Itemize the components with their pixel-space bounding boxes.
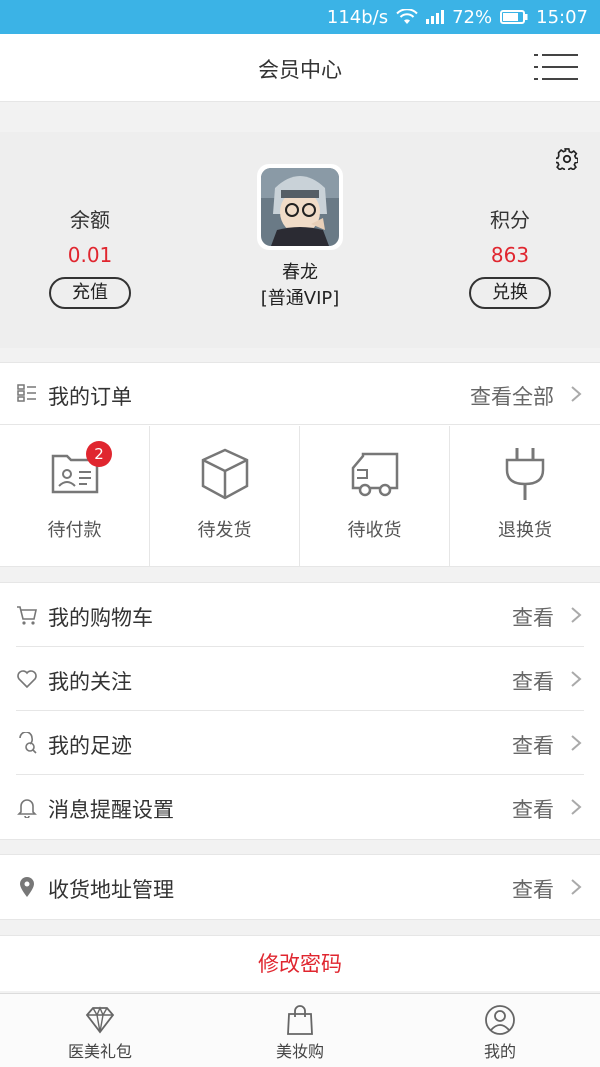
balance-label: 余额 [70, 208, 110, 232]
change-password-button[interactable]: 修改密码 [0, 935, 600, 991]
settings-gear-icon[interactable] [554, 148, 579, 173]
balance-value: 0.01 [67, 243, 113, 267]
view-link[interactable]: 查看 [512, 730, 554, 760]
wifi-icon [396, 9, 418, 25]
tab-me[interactable]: 我的 [400, 994, 600, 1067]
list-item-notifications[interactable]: 消息提醒设置 查看 [0, 775, 600, 839]
chevron-right-icon [570, 670, 582, 688]
order-tab-pending-payment[interactable]: 2 待付款 [0, 426, 150, 567]
orders-panel: 我的订单 查看全部 2 待付款 待发货 待收货 退换货 [0, 362, 600, 567]
location-pin-icon [16, 876, 38, 898]
order-tab-returns[interactable]: 退换货 [450, 426, 600, 567]
menu-group: 我的购物车 查看 我的关注 查看 我的足迹 查看 消息提醒设置 查看 [0, 582, 600, 840]
user-name: 春龙 [282, 262, 318, 283]
chevron-right-icon [570, 734, 582, 752]
view-link[interactable]: 查看 [512, 666, 554, 696]
bell-icon [16, 796, 38, 819]
tab-label: 美妆购 [275, 1042, 324, 1061]
tab-cosmetics[interactable]: 美妆购 [200, 994, 400, 1067]
list-item-address[interactable]: 收货地址管理 查看 [0, 855, 600, 919]
order-tab-label: 待付款 [47, 520, 102, 541]
balance-section: 余额 0.01 充值 [30, 204, 150, 309]
chevron-right-icon [570, 606, 582, 624]
order-tab-label: 待发货 [197, 520, 252, 541]
chevron-right-icon [570, 798, 582, 816]
heart-icon [16, 668, 38, 690]
list-item-follows[interactable]: 我的关注 查看 [0, 647, 600, 711]
order-tab-pending-receipt[interactable]: 待收货 [300, 426, 450, 567]
order-tab-label: 待收货 [347, 520, 402, 541]
chevron-right-icon [570, 385, 582, 403]
list-item-footprints[interactable]: 我的足迹 查看 [0, 711, 600, 775]
plug-icon [495, 446, 555, 502]
my-orders-row[interactable]: 我的订单 查看全部 [0, 363, 600, 425]
battery-icon [500, 10, 528, 24]
profile-card: 余额 0.01 充值 春龙 [普通VIP] 积分 863 兑换 [0, 132, 600, 348]
list-item-label: 消息提醒设置 [48, 798, 174, 822]
order-tab-pending-shipment[interactable]: 待发货 [150, 426, 300, 567]
view-link[interactable]: 查看 [512, 874, 554, 904]
app-header: 会员中心 [0, 34, 600, 102]
points-value: 863 [490, 243, 530, 267]
user-profile-icon [484, 1004, 516, 1036]
box-icon [195, 446, 255, 502]
avatar[interactable] [257, 164, 343, 250]
signal-icon [426, 10, 445, 24]
clock: 15:07 [536, 6, 588, 28]
order-list-icon [16, 382, 38, 404]
list-item-label: 我的关注 [48, 670, 132, 694]
list-item-label: 收货地址管理 [48, 878, 174, 902]
tab-label: 医美礼包 [67, 1042, 132, 1061]
tab-gift-package[interactable]: 医美礼包 [0, 994, 200, 1067]
list-item-cart[interactable]: 我的购物车 查看 [0, 583, 600, 647]
truck-icon [345, 446, 405, 502]
view-link[interactable]: 查看 [512, 794, 554, 824]
shopping-bag-icon [284, 1004, 316, 1036]
chevron-right-icon [570, 878, 582, 896]
points-label: 积分 [490, 208, 530, 232]
tab-label: 我的 [483, 1042, 516, 1061]
list-item-label: 我的购物车 [48, 606, 153, 630]
bottom-tab-bar: 医美礼包 美妆购 我的 [0, 993, 600, 1067]
my-orders-label: 我的订单 [48, 385, 132, 409]
user-level: [普通VIP] [260, 288, 340, 309]
order-tab-label: 退换货 [498, 520, 552, 541]
battery-percent: 72% [452, 6, 493, 28]
cart-icon [16, 604, 38, 626]
avatar-image [261, 168, 339, 246]
view-link[interactable]: 查看 [512, 602, 554, 632]
pending-payment-badge: 2 [86, 441, 112, 467]
recharge-button[interactable]: 充值 [49, 277, 131, 309]
menu-icon[interactable] [534, 52, 578, 82]
points-section: 积分 863 兑换 [450, 204, 570, 309]
network-speed: 114b/s [326, 6, 389, 28]
view-all-link[interactable]: 查看全部 [470, 381, 554, 411]
address-group: 收货地址管理 查看 [0, 854, 600, 920]
footprint-icon [16, 731, 38, 754]
page-title: 会员中心 [258, 58, 342, 82]
list-item-label: 我的足迹 [48, 734, 132, 758]
status-bar: 114b/s 72% 15:07 [0, 0, 600, 34]
exchange-button[interactable]: 兑换 [469, 277, 551, 309]
diamond-icon [84, 1004, 116, 1036]
